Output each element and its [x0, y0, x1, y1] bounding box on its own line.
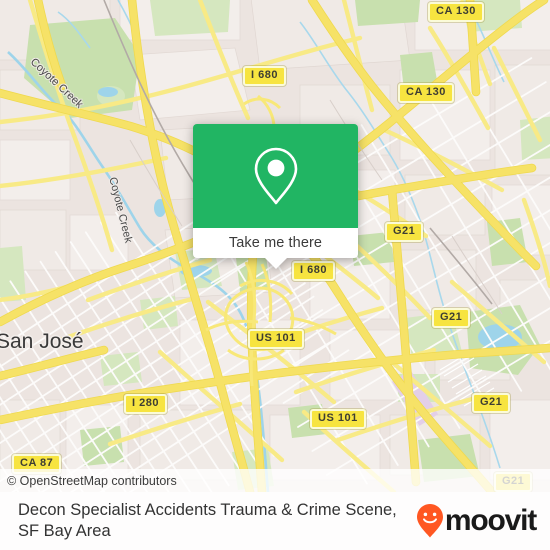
- map-shield-g21-north[interactable]: G21: [385, 222, 424, 242]
- map-shield-ca130-north[interactable]: CA 130: [428, 2, 484, 22]
- take-me-there-label: Take me there: [228, 235, 323, 251]
- map-canvas[interactable]: .land{fill:#ece4e0;} .blk{fill:#f0eae6;s…: [0, 0, 550, 492]
- map-place-label: San José: [0, 330, 84, 353]
- map-shield-us101-center[interactable]: US 101: [248, 329, 304, 349]
- screenshot-root: .land{fill:#ece4e0;} .blk{fill:#f0eae6;s…: [0, 0, 550, 550]
- attribution-text[interactable]: © OpenStreetMap contributors: [0, 474, 177, 488]
- map-shield-ca130-east[interactable]: CA 130: [398, 83, 454, 103]
- map-shield-i680-north[interactable]: I 680: [243, 66, 286, 86]
- map-shield-g21-east[interactable]: G21: [472, 393, 511, 413]
- popup-action-area[interactable]: Take me there: [193, 228, 358, 269]
- moovit-smiley-pin-icon: [416, 504, 443, 538]
- location-popup-card[interactable]: Take me there: [193, 124, 358, 269]
- footer-bar: Decon Specialist Accidents Trauma & Crim…: [0, 492, 550, 550]
- moovit-wordmark: moovit: [444, 504, 537, 537]
- map-pin-icon: [254, 147, 297, 205]
- map-shield-i280[interactable]: I 280: [124, 394, 167, 414]
- map-shield-us101-south[interactable]: US 101: [310, 409, 366, 429]
- footer-place-title: Decon Specialist Accidents Trauma & Crim…: [18, 501, 397, 540]
- map-shield-i680-center[interactable]: I 680: [292, 261, 335, 281]
- moovit-logo[interactable]: moovit: [416, 503, 550, 539]
- popup-pointer-tail: [264, 258, 287, 269]
- popup-icon-area: [193, 124, 358, 228]
- map-shield-g21-mid[interactable]: G21: [432, 308, 471, 328]
- map-attribution-bar: © OpenStreetMap contributors: [0, 469, 550, 492]
